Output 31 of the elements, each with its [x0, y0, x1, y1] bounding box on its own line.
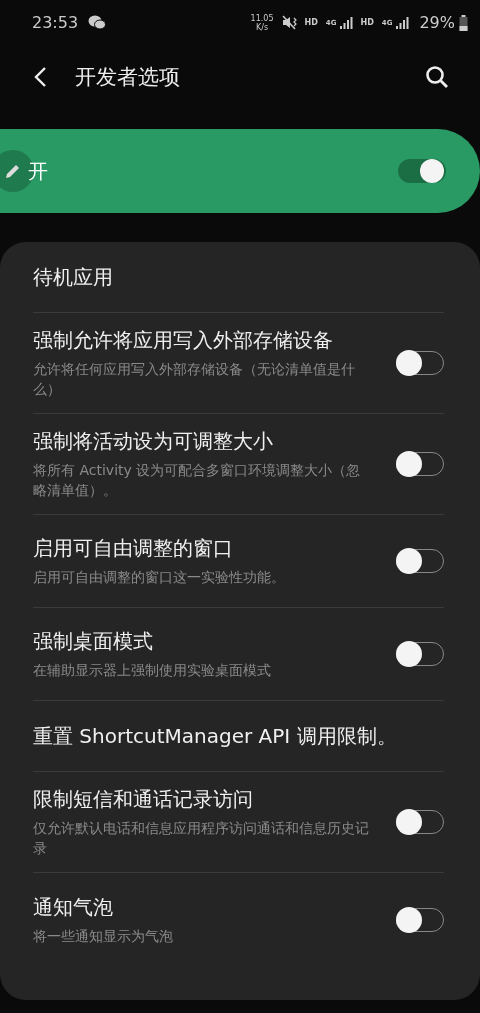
setting-summary: 将一些通知显示为气泡 [33, 926, 174, 946]
setting-title[interactable]: 待机应用 [33, 263, 422, 291]
setting-title[interactable]: 限制短信和通话记录访问 [33, 786, 374, 813]
setting-title[interactable]: 强制桌面模式 [33, 628, 374, 655]
network-label: HD [360, 18, 374, 27]
chat-app-icon [88, 15, 107, 30]
setting-summary: 仅允许默认电话和信息应用程序访问通话和信息历史记录 [33, 819, 370, 858]
back-icon [34, 66, 48, 88]
setting-summary: 启用可自由调整的窗口这一实验性功能。 [33, 568, 286, 587]
master-switch-bar[interactable]: 开 [0, 129, 480, 213]
setting-summary: 将所有 Activity 设为可配合多窗口环境调整大小（忽略清单值）。 [33, 461, 362, 500]
battery-icon [459, 14, 468, 31]
clock-time: 23:53 [32, 13, 79, 32]
setting-summary: 允许将任何应用写入外部存储设备（无论清单值是什么） [33, 360, 356, 399]
setting-summary: 在辅助显示器上强制使用实验桌面模式 [33, 661, 272, 680]
search-icon [425, 65, 449, 89]
setting-title[interactable]: 强制允许将应用写入外部存储设备 [33, 327, 374, 354]
setting-title[interactable]: 重置 ShortcutManager API 调用限制。 [33, 722, 422, 750]
mute-icon [281, 15, 298, 30]
network-label: HD [304, 18, 318, 27]
speed-unit: K/s [256, 22, 269, 32]
setting-title[interactable]: 启用可自由调整的窗口 [33, 535, 374, 562]
signal-icon [396, 16, 410, 29]
setting-title[interactable]: 通知气泡 [33, 893, 374, 921]
page-title: 开发者选项 [75, 64, 180, 91]
speed-value: 11.05 [250, 13, 274, 23]
toggle-switch[interactable] [398, 159, 446, 183]
signal-icon [340, 16, 354, 29]
setting-title[interactable]: 强制将活动设为可调整大小 [33, 428, 374, 455]
battery-percent: 29% [419, 13, 455, 32]
switch-label: 开 [28, 157, 48, 185]
